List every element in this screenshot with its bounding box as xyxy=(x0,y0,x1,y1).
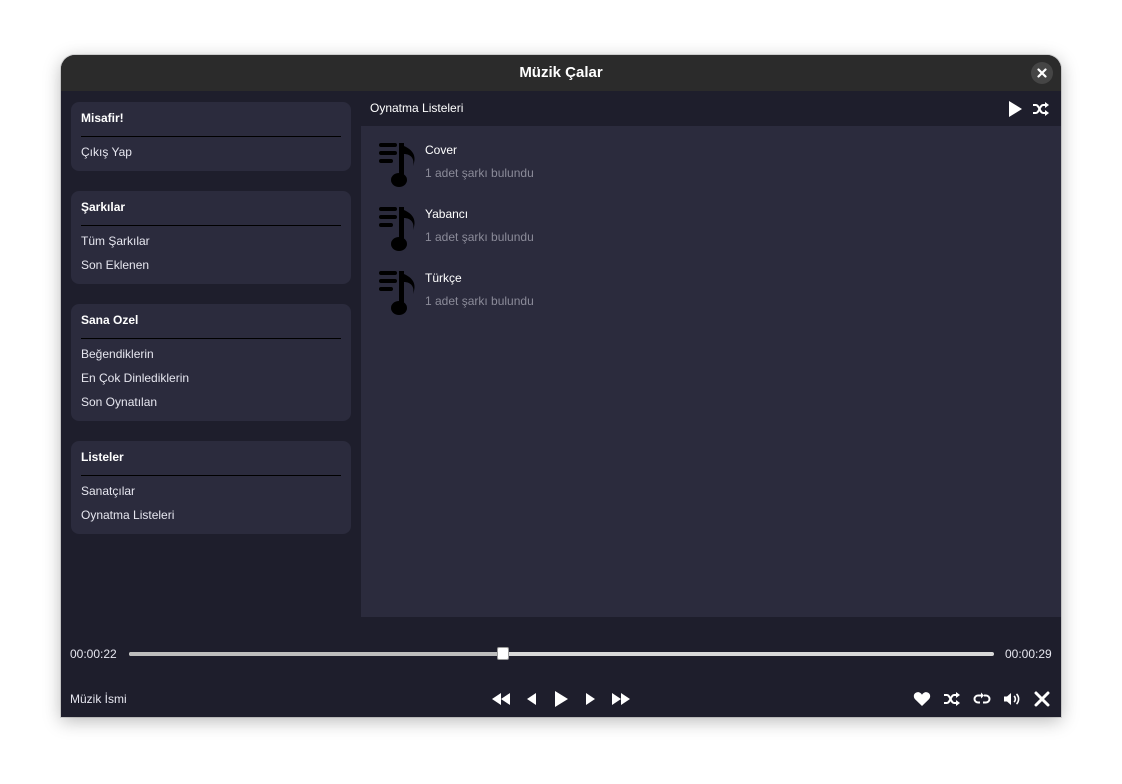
section-divider xyxy=(81,475,341,476)
page-title: Oynatma Listeleri xyxy=(370,101,464,115)
repeat-icon xyxy=(973,692,991,704)
section-title: Misafir! xyxy=(81,111,124,125)
playlist-item[interactable]: Yabancı 1 adet şarkı bulundu xyxy=(377,206,777,256)
progress-slider[interactable] xyxy=(129,647,994,660)
playlist-count: 1 adet şarkı bulundu xyxy=(425,294,534,308)
window-title: Müzik Çalar xyxy=(519,64,603,81)
section-for-you: Sana Ozel Beğendiklerin En Çok Dinledikl… xyxy=(71,304,351,421)
playlist-name: Yabancı xyxy=(425,207,469,221)
title-bar: Müzik Çalar xyxy=(61,55,1061,91)
fast-forward-button[interactable] xyxy=(609,689,633,709)
playlist-music-icon xyxy=(379,207,415,251)
sidebar-item-recently-added[interactable]: Son Eklenen xyxy=(81,255,149,275)
like-button[interactable] xyxy=(910,689,934,709)
section-lists: Listeler Sanatçılar Oynatma Listeleri xyxy=(71,441,351,534)
section-divider xyxy=(81,338,341,339)
shuffle-all-button[interactable] xyxy=(1031,99,1051,119)
sidebar-item-liked[interactable]: Beğendiklerin xyxy=(81,344,154,364)
sidebar-item-recently-played[interactable]: Son Oynatılan xyxy=(81,392,157,412)
song-name: Müzik İsmi xyxy=(70,692,127,706)
sidebar-item-playlists[interactable]: Oynatma Listeleri xyxy=(81,505,174,525)
progress-fill xyxy=(129,652,503,656)
playlist-music-icon xyxy=(379,271,415,315)
shuffle-icon xyxy=(1033,102,1049,116)
playlist-count: 1 adet şarkı bulundu xyxy=(425,166,534,180)
current-time: 00:00:22 xyxy=(70,647,117,661)
volume-button[interactable] xyxy=(1000,689,1024,709)
fast-rewind-icon xyxy=(492,693,510,705)
sidebar-item-logout[interactable]: Çıkış Yap xyxy=(81,142,132,162)
shuffle-button[interactable] xyxy=(940,689,964,709)
playlist-name: Cover xyxy=(425,143,458,157)
fast-forward-icon xyxy=(612,693,630,705)
next-icon xyxy=(586,693,595,705)
total-time: 00:00:29 xyxy=(1005,647,1052,661)
repeat-button[interactable] xyxy=(970,689,994,709)
play-button[interactable] xyxy=(549,689,573,709)
close-icon xyxy=(1037,68,1047,78)
section-title: Listeler xyxy=(81,450,124,464)
fast-rewind-button[interactable] xyxy=(489,689,513,709)
section-divider xyxy=(81,136,341,137)
sidebar-item-most-played[interactable]: En Çok Dinlediklerin xyxy=(81,368,189,388)
playlist-item[interactable]: Cover 1 adet şarkı bulundu xyxy=(377,142,777,192)
section-title: Şarkılar xyxy=(81,200,126,214)
previous-icon xyxy=(527,693,536,705)
content-header: Oynatma Listeleri xyxy=(361,91,1061,126)
window-close-button[interactable] xyxy=(1031,62,1053,84)
section-songs: Şarkılar Tüm Şarkılar Son Eklenen xyxy=(71,191,351,284)
app-window: Müzik Çalar Misafir! Çıkış Yap Şarkılar … xyxy=(61,55,1061,717)
playlist-list: Cover 1 adet şarkı bulundu Yabancı 1 ade… xyxy=(361,126,1061,617)
shuffle-icon xyxy=(944,692,960,706)
playlist-count: 1 adet şarkı bulundu xyxy=(425,230,534,244)
progress-thumb[interactable] xyxy=(496,647,509,660)
play-icon xyxy=(1009,101,1022,117)
sidebar: Misafir! Çıkış Yap Şarkılar Tüm Şarkılar… xyxy=(61,91,361,617)
playlist-item[interactable]: Türkçe 1 adet şarkı bulundu xyxy=(377,270,777,320)
next-button[interactable] xyxy=(579,689,603,709)
section-guest: Misafir! Çıkış Yap xyxy=(71,102,351,171)
play-all-button[interactable] xyxy=(1005,99,1025,119)
sidebar-item-artists[interactable]: Sanatçılar xyxy=(81,481,135,501)
play-icon xyxy=(555,691,568,707)
player-bar: 00:00:22 00:00:29 Müzik İsmi xyxy=(61,617,1061,717)
section-divider xyxy=(81,225,341,226)
playlist-music-icon xyxy=(379,143,415,187)
sidebar-item-all-songs[interactable]: Tüm Şarkılar xyxy=(81,231,150,251)
section-title: Sana Ozel xyxy=(81,313,139,327)
close-player-button[interactable] xyxy=(1030,689,1054,709)
heart-icon xyxy=(913,692,931,706)
playlist-name: Türkçe xyxy=(425,271,462,285)
previous-button[interactable] xyxy=(519,689,543,709)
volume-icon xyxy=(1004,693,1020,705)
close-icon xyxy=(1034,691,1050,707)
